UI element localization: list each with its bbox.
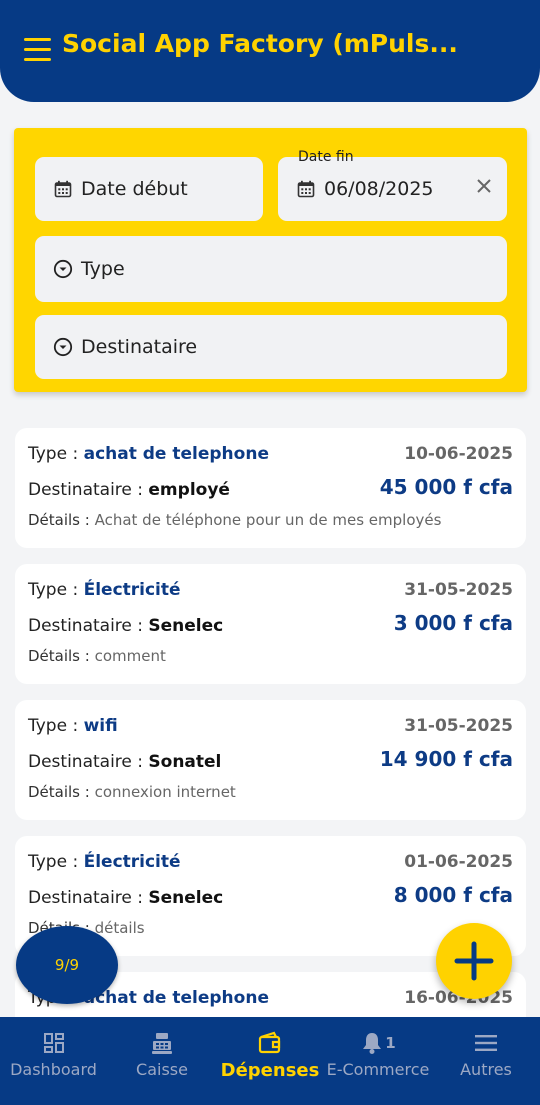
expense-type: wifi	[83, 716, 118, 736]
details-label: Détails :	[28, 647, 95, 665]
chevron-down-circle-icon	[53, 259, 73, 279]
recipient-label: Destinataire :	[28, 752, 149, 772]
expense-details: détails	[94, 919, 145, 937]
expense-type: Électricité	[83, 580, 181, 600]
nav-dashboard-label: Dashboard	[10, 1060, 97, 1079]
nav-ecommerce[interactable]: 1 E-Commerce	[325, 1017, 431, 1105]
add-expense-button[interactable]	[436, 923, 512, 999]
expense-date: 31-05-2025	[404, 580, 513, 600]
nav-depenses[interactable]: Dépenses	[215, 1017, 325, 1105]
nav-caisse[interactable]: Caisse	[110, 1017, 214, 1105]
expense-details: comment	[94, 647, 166, 665]
expense-type: achat de telephone	[83, 988, 269, 1008]
type-placeholder: Type	[81, 258, 125, 280]
calendar-icon	[296, 179, 316, 199]
bottom-navigation: Dashboard Caisse Dépenses 1 E-Commerce A…	[0, 1017, 540, 1105]
chevron-down-circle-icon	[53, 337, 73, 357]
plus-icon	[454, 941, 494, 981]
expense-date: 10-06-2025	[404, 444, 513, 464]
nav-depenses-label: Dépenses	[220, 1060, 320, 1081]
expense-amount: 8 000 f cfa	[393, 883, 513, 907]
expense-details: Achat de téléphone pour un de mes employ…	[94, 511, 442, 529]
expense-recipient: Sonatel	[148, 752, 222, 772]
expense-details: connexion internet	[94, 783, 236, 801]
nav-dashboard[interactable]: Dashboard	[0, 1017, 107, 1105]
expense-recipient: employé	[148, 480, 230, 500]
expense-card[interactable]: Type : achat de telephone Destinataire :…	[15, 428, 526, 548]
end-date-value: 06/08/2025	[324, 178, 434, 200]
type-label: Type :	[28, 716, 84, 736]
type-label: Type :	[28, 852, 84, 872]
nav-ecommerce-label: E-Commerce	[326, 1060, 430, 1079]
recipient-label: Destinataire :	[28, 480, 149, 500]
nav-autres[interactable]: Autres	[432, 1017, 540, 1105]
start-date-placeholder: Date début	[81, 178, 188, 200]
expense-date: 01-06-2025	[404, 852, 513, 872]
item-counter-badge: 9/9	[16, 926, 118, 1004]
bell-icon: 1	[360, 1030, 396, 1056]
recipient-placeholder: Destinataire	[81, 336, 198, 358]
recipient-label: Destinataire :	[28, 888, 149, 908]
details-label: Détails :	[28, 783, 95, 801]
expense-card[interactable]: Type : Électricité Destinataire : Senele…	[15, 564, 526, 684]
clear-date-icon[interactable]	[473, 177, 495, 199]
end-date-label: Date fin	[298, 149, 354, 165]
type-label: Type :	[28, 444, 84, 464]
expense-type: achat de telephone	[83, 444, 269, 464]
nav-caisse-label: Caisse	[136, 1060, 188, 1079]
dashboard-icon	[43, 1030, 65, 1056]
expense-amount: 3 000 f cfa	[393, 611, 513, 635]
expense-recipient: Senelec	[148, 888, 224, 908]
wallet-icon	[257, 1030, 283, 1056]
expense-amount: 14 900 f cfa	[379, 747, 513, 771]
expense-date: 31-05-2025	[404, 716, 513, 736]
hamburger-menu-icon[interactable]	[24, 38, 52, 62]
notification-badge: 1	[385, 1034, 396, 1052]
calendar-icon	[53, 179, 73, 199]
recipient-label: Destinataire :	[28, 616, 149, 636]
menu-icon	[475, 1030, 497, 1056]
expense-type: Électricité	[83, 852, 181, 872]
expense-recipient: Senelec	[148, 616, 224, 636]
expense-card[interactable]: Type : wifi Destinataire : Sonatel Détai…	[15, 700, 526, 820]
details-label: Détails :	[28, 511, 95, 529]
app-title: Social App Factory (mPuls...	[62, 29, 458, 58]
nav-autres-label: Autres	[460, 1060, 512, 1079]
app-header: Social App Factory (mPuls...	[0, 0, 540, 102]
end-date-field[interactable]: Date fin 06/08/2025	[278, 149, 507, 221]
cash-register-icon	[150, 1030, 174, 1056]
type-label: Type :	[28, 580, 84, 600]
type-select[interactable]: Type	[35, 236, 507, 302]
filter-panel: Date début Date fin 06/08/2025 Type Dest…	[14, 128, 527, 392]
recipient-select[interactable]: Destinataire	[35, 315, 507, 379]
expense-amount: 45 000 f cfa	[379, 475, 513, 499]
start-date-field[interactable]: Date début	[35, 157, 263, 221]
